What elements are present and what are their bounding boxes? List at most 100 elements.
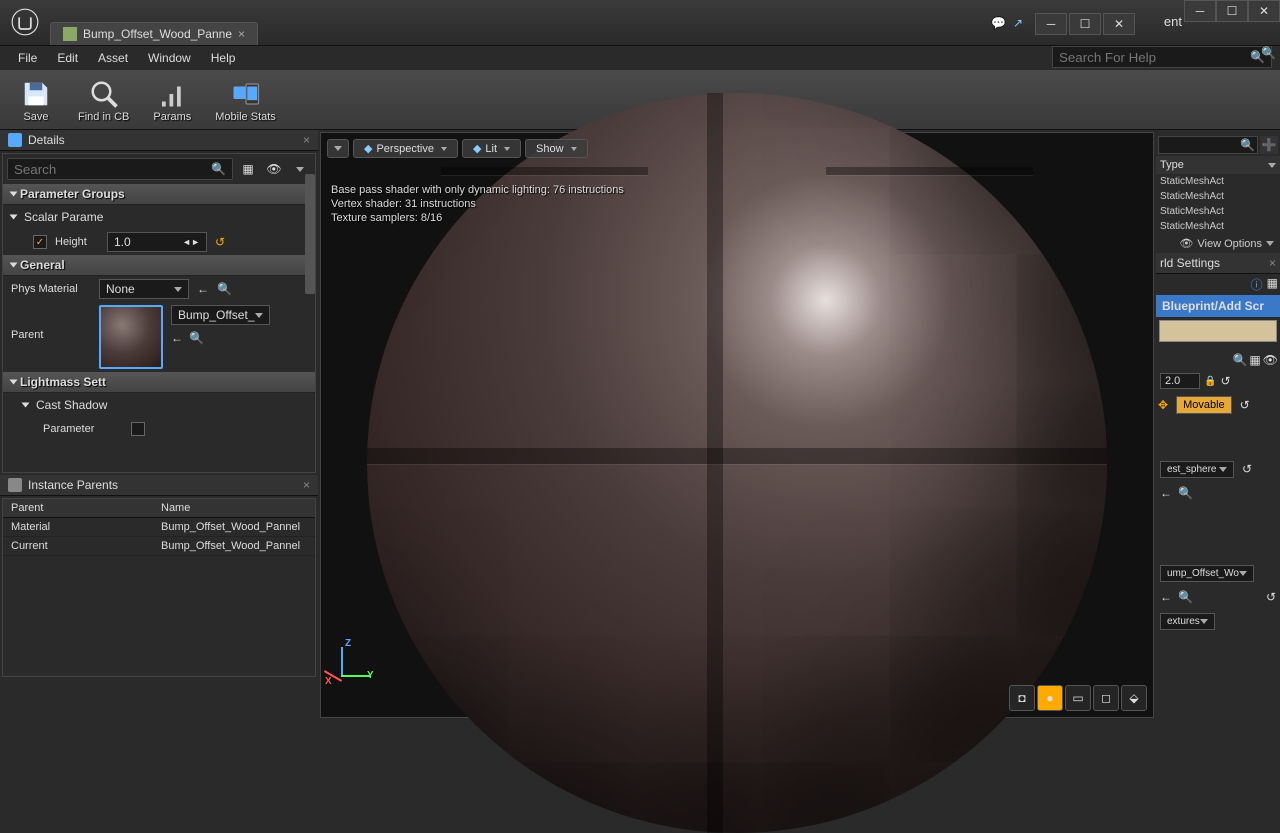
general-header[interactable]: General: [3, 255, 315, 276]
parameter-checkbox[interactable]: [131, 422, 145, 436]
list-item[interactable]: StaticMeshAct: [1156, 174, 1280, 189]
table-row[interactable]: Current Bump_Offset_Wood_Pannel: [3, 537, 315, 556]
reset-icon[interactable]: ↺: [1266, 590, 1276, 604]
eye-icon[interactable]: 👁: [263, 158, 285, 180]
details-icon: [8, 133, 22, 147]
back-arrow-icon[interactable]: ←: [1160, 590, 1172, 604]
type-column-header[interactable]: Type: [1160, 159, 1184, 171]
cylinder-shape-button[interactable]: ◘: [1009, 685, 1035, 711]
reset-icon[interactable]: ↺: [1220, 374, 1230, 388]
height-input[interactable]: 1.0 ◄►: [107, 232, 207, 252]
menu-edit[interactable]: Edit: [47, 49, 88, 67]
search-icon[interactable]: 🔍: [1178, 590, 1193, 604]
save-button[interactable]: Save: [8, 75, 64, 125]
plane-shape-button[interactable]: ▭: [1065, 685, 1091, 711]
search-help-input[interactable]: [1059, 50, 1250, 65]
mobility-icon: ✥: [1158, 398, 1168, 412]
outer-minimize-button[interactable]: ─: [1184, 0, 1216, 22]
name-column-header[interactable]: Name: [153, 499, 315, 517]
eye-icon[interactable]: 👁: [1263, 353, 1278, 367]
mobility-movable-button[interactable]: Movable: [1176, 396, 1232, 414]
custom-mesh-button[interactable]: ⬙: [1121, 685, 1147, 711]
phys-material-dropdown[interactable]: None: [99, 279, 189, 299]
back-arrow-icon[interactable]: ←: [171, 331, 183, 345]
height-checkbox[interactable]: [33, 235, 47, 249]
info-icon[interactable]: ⓘ: [1251, 276, 1263, 293]
search-icon[interactable]: 🔍: [1178, 486, 1193, 500]
instance-parents-tab[interactable]: Instance Parents ×: [0, 475, 318, 496]
close-icon[interactable]: ×: [303, 133, 310, 147]
scalar-parameters-label: Scalar Parame: [24, 210, 103, 224]
back-arrow-icon[interactable]: ←: [197, 282, 209, 296]
component-bar[interactable]: [1159, 320, 1277, 342]
material-dropdown[interactable]: ump_Offset_Wo: [1160, 565, 1254, 582]
search-icon[interactable]: 🔍: [217, 282, 232, 296]
list-item[interactable]: StaticMeshAct: [1156, 189, 1280, 204]
matrix-view-icon[interactable]: ▦: [237, 158, 259, 180]
search-icon: 🔍: [211, 162, 226, 176]
menu-asset[interactable]: Asset: [88, 49, 138, 67]
matrix-view-icon[interactable]: ▦: [1249, 353, 1260, 367]
property-matrix-icon[interactable]: ▦: [1267, 276, 1278, 293]
show-button[interactable]: Show: [525, 139, 588, 158]
static-mesh-dropdown[interactable]: est_sphere: [1160, 461, 1234, 478]
reset-icon[interactable]: ↺: [1240, 398, 1250, 412]
maximize-button[interactable]: ☐: [1069, 13, 1101, 35]
editor-tab[interactable]: Bump_Offset_Wood_Panne ×: [50, 22, 258, 45]
scrollbar[interactable]: [305, 174, 315, 294]
preview-viewport[interactable]: ◆Perspective ◆Lit Show Base pass shader …: [320, 132, 1154, 718]
reset-icon[interactable]: ↺: [1242, 462, 1252, 476]
list-item[interactable]: StaticMeshAct: [1156, 204, 1280, 219]
height-label: Height: [55, 236, 99, 248]
search-help-box[interactable]: 🔍: [1052, 46, 1272, 68]
lightmass-header[interactable]: Lightmass Sett: [3, 372, 315, 393]
back-arrow-icon[interactable]: ←: [1160, 486, 1172, 500]
details-tab[interactable]: Details ×: [0, 130, 318, 151]
outer-close-button[interactable]: ✕: [1248, 0, 1280, 22]
details-search-box[interactable]: 🔍: [7, 158, 233, 180]
viewport-toolbar: ◆Perspective ◆Lit Show: [327, 139, 588, 158]
table-row[interactable]: Material Bump_Offset_Wood_Pannel: [3, 518, 315, 537]
tab-close-icon[interactable]: ×: [238, 27, 245, 41]
minimize-button[interactable]: ─: [1035, 13, 1067, 35]
view-options-button[interactable]: View Options: [1197, 238, 1262, 250]
lock-icon[interactable]: 🔒: [1204, 376, 1216, 387]
lit-button[interactable]: ◆Lit: [462, 139, 521, 158]
sphere-shape-button[interactable]: ●: [1037, 685, 1063, 711]
viewport-options-button[interactable]: [327, 139, 349, 158]
blueprint-add-script-button[interactable]: Blueprint/Add Scr: [1156, 295, 1280, 317]
outliner-search[interactable]: 🔍: [1158, 136, 1258, 154]
marketplace-icon[interactable]: ↗: [1013, 16, 1033, 32]
params-button[interactable]: Params: [143, 75, 201, 125]
outer-maximize-button[interactable]: ☐: [1216, 0, 1248, 22]
add-actor-icon[interactable]: ➕: [1260, 136, 1278, 154]
search-icon[interactable]: 🔍: [1232, 353, 1247, 367]
source-control-icon[interactable]: 💬: [991, 16, 1011, 32]
find-in-cb-button[interactable]: Find in CB: [68, 75, 139, 125]
reset-icon[interactable]: ↺: [215, 235, 225, 249]
search-icon[interactable]: 🔍: [189, 331, 204, 345]
scale-input[interactable]: 2.0: [1160, 373, 1200, 389]
world-settings-tab[interactable]: rld Settings ×: [1156, 253, 1280, 274]
phys-material-label: Phys Material: [11, 283, 91, 295]
menu-window[interactable]: Window: [138, 49, 201, 67]
parent-material-dropdown[interactable]: Bump_Offset_: [171, 305, 270, 325]
cube-shape-button[interactable]: ◻: [1093, 685, 1119, 711]
mobile-stats-button[interactable]: Mobile Stats: [205, 75, 286, 125]
list-item[interactable]: StaticMeshAct: [1156, 219, 1280, 234]
outer-title: ent: [1164, 14, 1182, 29]
menu-help[interactable]: Help: [201, 49, 246, 67]
menu-file[interactable]: File: [8, 49, 47, 67]
parent-column-header[interactable]: Parent: [3, 499, 153, 517]
textures-dropdown[interactable]: extures: [1160, 613, 1215, 630]
close-button[interactable]: ✕: [1103, 13, 1135, 35]
details-search-input[interactable]: [14, 162, 211, 177]
parameter-groups-header[interactable]: Parameter Groups: [3, 184, 315, 205]
close-icon[interactable]: ×: [303, 478, 310, 492]
sort-icon[interactable]: [1268, 163, 1276, 168]
perspective-button[interactable]: ◆Perspective: [353, 139, 458, 158]
ue-logo: [0, 0, 50, 45]
eye-icon: 👁: [1179, 237, 1193, 250]
list-icon: [8, 478, 22, 492]
parent-material-thumbnail[interactable]: [99, 305, 163, 369]
